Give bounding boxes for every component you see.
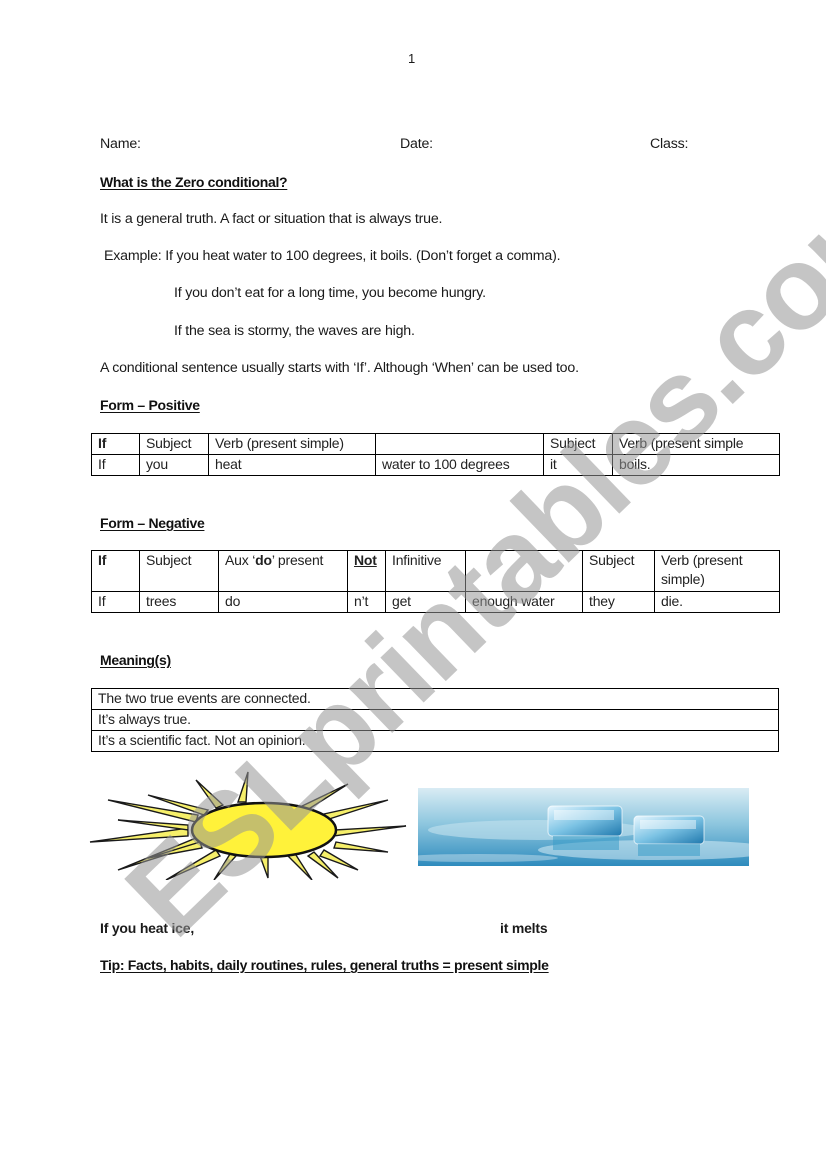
table-cell-aux: Aux ‘do’ present [218, 550, 348, 592]
table-cell: enough water [465, 591, 583, 613]
table-cell: Not [347, 550, 386, 592]
table-row: If you heat water to 100 degrees it boil… [91, 454, 780, 476]
example-text-2: If you don’t eat for a long time, you be… [174, 285, 486, 301]
table-cell: Verb (present simple [612, 433, 780, 455]
table-cell: Subject [139, 550, 219, 592]
definition-text: It is a general truth. A fact or situati… [100, 211, 443, 227]
page-number: 1 [408, 51, 416, 66]
aux-bold: do [255, 552, 272, 568]
negative-form-table: If Subject Aux ‘do’ present Not Infiniti… [91, 550, 780, 613]
meanings-table: The two true events are connected. It’s … [91, 688, 779, 752]
table-cell: heat [208, 454, 376, 476]
table-cell: they [582, 591, 655, 613]
table-cell: water to 100 degrees [375, 454, 544, 476]
aux-suffix: ’ present [271, 552, 324, 568]
table-row: The two true events are connected. [91, 688, 779, 710]
name-label: Name: [100, 136, 141, 152]
table-cell: Subject [543, 433, 613, 455]
table-cell: Subject [139, 433, 209, 455]
table-cell: n’t [347, 591, 386, 613]
table-row: If trees do n’t get enough water they di… [91, 591, 780, 613]
table-header-row: If Subject Verb (present simple) Subject… [91, 433, 780, 455]
table-cell: If [91, 591, 140, 613]
table-cell: get [385, 591, 466, 613]
table-cell [375, 433, 544, 455]
example-text-3: If the sea is stormy, the waves are high… [174, 323, 415, 339]
example-text-1: Example: If you heat water to 100 degree… [104, 248, 561, 264]
table-row: It’s always true. [91, 709, 779, 731]
class-label: Class: [650, 136, 689, 152]
note-text: A conditional sentence usually starts wi… [100, 360, 579, 376]
sun-icon [89, 771, 407, 880]
table-cell: die. [654, 591, 780, 613]
section-heading-negative: Form – Negative [100, 515, 205, 531]
section-heading-meanings: Meaning(s) [100, 652, 171, 668]
table-cell: If [91, 550, 140, 592]
table-cell: Verb (present simple) [208, 433, 376, 455]
meaning-item: It’s always true. [91, 709, 779, 731]
meaning-item: It’s a scientific fact. Not an opinion. [91, 730, 779, 752]
tip-text: Tip: Facts, habits, daily routines, rule… [100, 957, 549, 973]
table-cell: it [543, 454, 613, 476]
aux-prefix: Aux ‘ [225, 552, 256, 568]
table-cell: If [91, 433, 140, 455]
meaning-item: The two true events are connected. [91, 688, 779, 710]
table-cell: Infinitive [385, 550, 466, 592]
table-cell: Verb (present simple) [654, 550, 780, 592]
table-cell: you [139, 454, 209, 476]
caption-result-clause: it melts [500, 920, 548, 936]
table-cell: boils. [612, 454, 780, 476]
date-label: Date: [400, 136, 433, 152]
table-cell: do [218, 591, 348, 613]
caption-if-clause: If you heat ice, [100, 920, 195, 936]
section-heading-zero-conditional: What is the Zero conditional? [100, 174, 288, 190]
table-cell: If [91, 454, 140, 476]
melting-ice-cubes-image [418, 788, 749, 866]
positive-form-table: If Subject Verb (present simple) Subject… [91, 433, 780, 476]
table-row: It’s a scientific fact. Not an opinion. [91, 730, 779, 752]
table-cell: trees [139, 591, 219, 613]
section-heading-positive: Form – Positive [100, 397, 200, 413]
table-cell: Subject [582, 550, 655, 592]
table-cell [465, 550, 583, 592]
table-header-row: If Subject Aux ‘do’ present Not Infiniti… [91, 550, 780, 592]
